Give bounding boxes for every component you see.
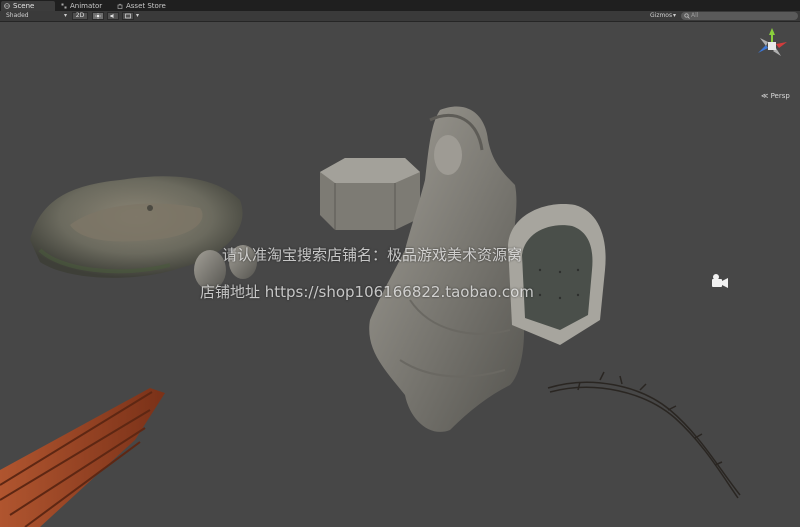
search-placeholder: All [691,12,699,19]
projection-label: Persp [770,92,790,100]
roof-tiles-model[interactable] [0,388,165,527]
scene-render [0,28,787,527]
tab-asset-store[interactable]: Asset Store [114,1,174,11]
render-mode-dropdown[interactable]: Shaded [6,11,29,21]
audio-toggle-button[interactable] [107,12,119,20]
tab-scene-label: Scene [13,2,35,10]
barbed-wire-model[interactable] [547,371,741,499]
image-icon [125,13,131,19]
gizmos-chevron-icon[interactable]: ▾ [673,11,676,21]
effects-dropdown-button[interactable] [122,12,134,20]
scene-viewport[interactable]: ≪ Persp 请认准淘宝搜索店铺名：极品游戏美术资源窝 店铺地址 https:… [0,22,800,527]
tab-animator[interactable]: Animator [58,1,116,11]
sarcophagus-model[interactable] [320,158,420,230]
scene-camera-icon[interactable] [712,274,728,288]
lighting-toggle-button[interactable] [92,12,104,20]
tab-animator-label: Animator [70,2,103,10]
statue-model[interactable] [369,106,525,432]
watermark-line-1: 请认准淘宝搜索店铺名：极品游戏美术资源窝 [222,246,523,264]
effects-chevron-icon[interactable]: ▾ [136,11,139,21]
scene-toolbar: Shaded ▾ 2D ▾ Gizmos ▾ All [0,11,800,22]
hierarchy-search-input[interactable]: All [681,12,798,20]
speaker-icon [110,13,114,19]
animator-icon [61,3,67,9]
scene-icon [4,3,10,9]
render-mode-chevron-icon[interactable]: ▾ [64,11,67,21]
tab-asset-store-label: Asset Store [126,2,166,10]
gizmos-dropdown[interactable]: Gizmos [650,11,672,21]
orientation-gizmo[interactable] [758,28,787,56]
2d-toggle-button[interactable]: 2D [72,12,88,20]
asset-store-icon [117,3,123,9]
projection-icon: ≪ [761,92,771,100]
arched-door-model[interactable] [508,204,606,345]
tab-scene[interactable]: Scene [1,1,55,11]
editor-tab-bar: Scene Animator Asset Store [0,0,800,11]
search-icon [684,13,690,19]
sun-icon [95,13,101,19]
projection-toggle[interactable]: ≪ Persp [761,92,790,100]
watermark-line-2: 店铺地址 https://shop106166822.taobao.com [200,283,534,301]
